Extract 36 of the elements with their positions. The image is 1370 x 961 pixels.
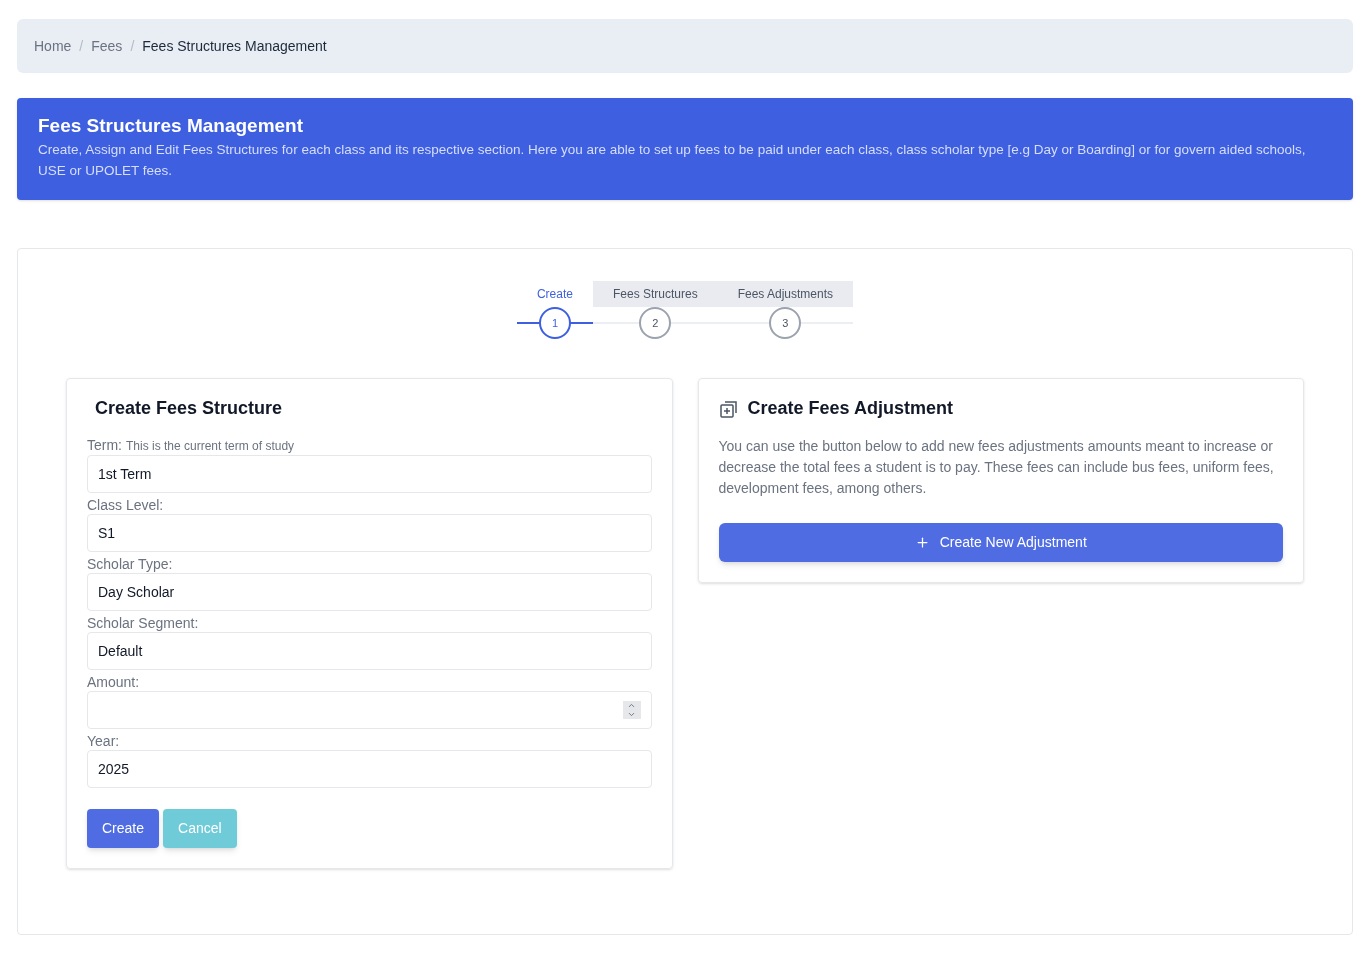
step-tab[interactable]: Create 1 (516, 281, 593, 339)
step-number: 1 (538, 307, 571, 339)
banner-description: Create, Assign and Edit Fees Structures for each class and its respective section. Here you are able to set up fees to be paid under each class, class scholar type [e.g Day or Boarding] or for govern aided schools, USE or UPOLET fees. (38, 141, 1307, 180)
field-label: Amount: (87, 673, 140, 691)
breadcrumb-current: Fees Structures Management (142, 36, 327, 56)
input-field[interactable]: Default (87, 632, 652, 670)
input-field[interactable]: 1st Term (87, 455, 652, 493)
banner-title: Fees Structures Management (38, 114, 305, 138)
field-label: Scholar Type: (87, 555, 173, 573)
breadcrumb-separator: / (79, 36, 84, 56)
step-tab[interactable]: Fees Structures 2 (592, 281, 718, 339)
field-label: Scholar Segment: (87, 614, 199, 632)
field-hint: This is the current term of study (126, 438, 295, 455)
add-copy-icon (718, 398, 739, 419)
field-label: Year: (87, 732, 120, 750)
amount-field[interactable] (87, 691, 652, 729)
input-field[interactable]: S1 (87, 514, 652, 552)
step-number: 3 (769, 307, 802, 339)
step-label: Fees Structures (592, 281, 718, 307)
form-title: Create Fees Structure (95, 397, 284, 420)
adjustment-description: You can use the button below to add new fees adjustments amounts meant to increase or decrease the total fees a student is to pay. These fees can include bus fees, uniform fees, development fees, among others. (718, 437, 1275, 498)
breadcrumb-link[interactable]: Fees (91, 35, 123, 57)
breadcrumb-link[interactable]: Home (34, 35, 72, 57)
create-button[interactable]: Create (87, 809, 160, 848)
step-tab[interactable]: Fees Adjustments 3 (717, 281, 854, 339)
field-label: Class Level: (87, 496, 164, 514)
plus-icon (914, 535, 930, 550)
step-label: Fees Adjustments (717, 281, 854, 307)
input-field[interactable]: 2025 (87, 750, 652, 788)
breadcrumb-separator: / (130, 36, 135, 56)
spinner-icon[interactable] (622, 701, 641, 719)
create-adjustment-button[interactable]: Create New Adjustment (718, 523, 1283, 562)
step-number: 2 (639, 307, 672, 339)
input-field[interactable]: Day Scholar (87, 573, 652, 611)
field-label: Term: (87, 436, 122, 454)
adjustment-title: Create Fees Adjustment (747, 397, 953, 420)
